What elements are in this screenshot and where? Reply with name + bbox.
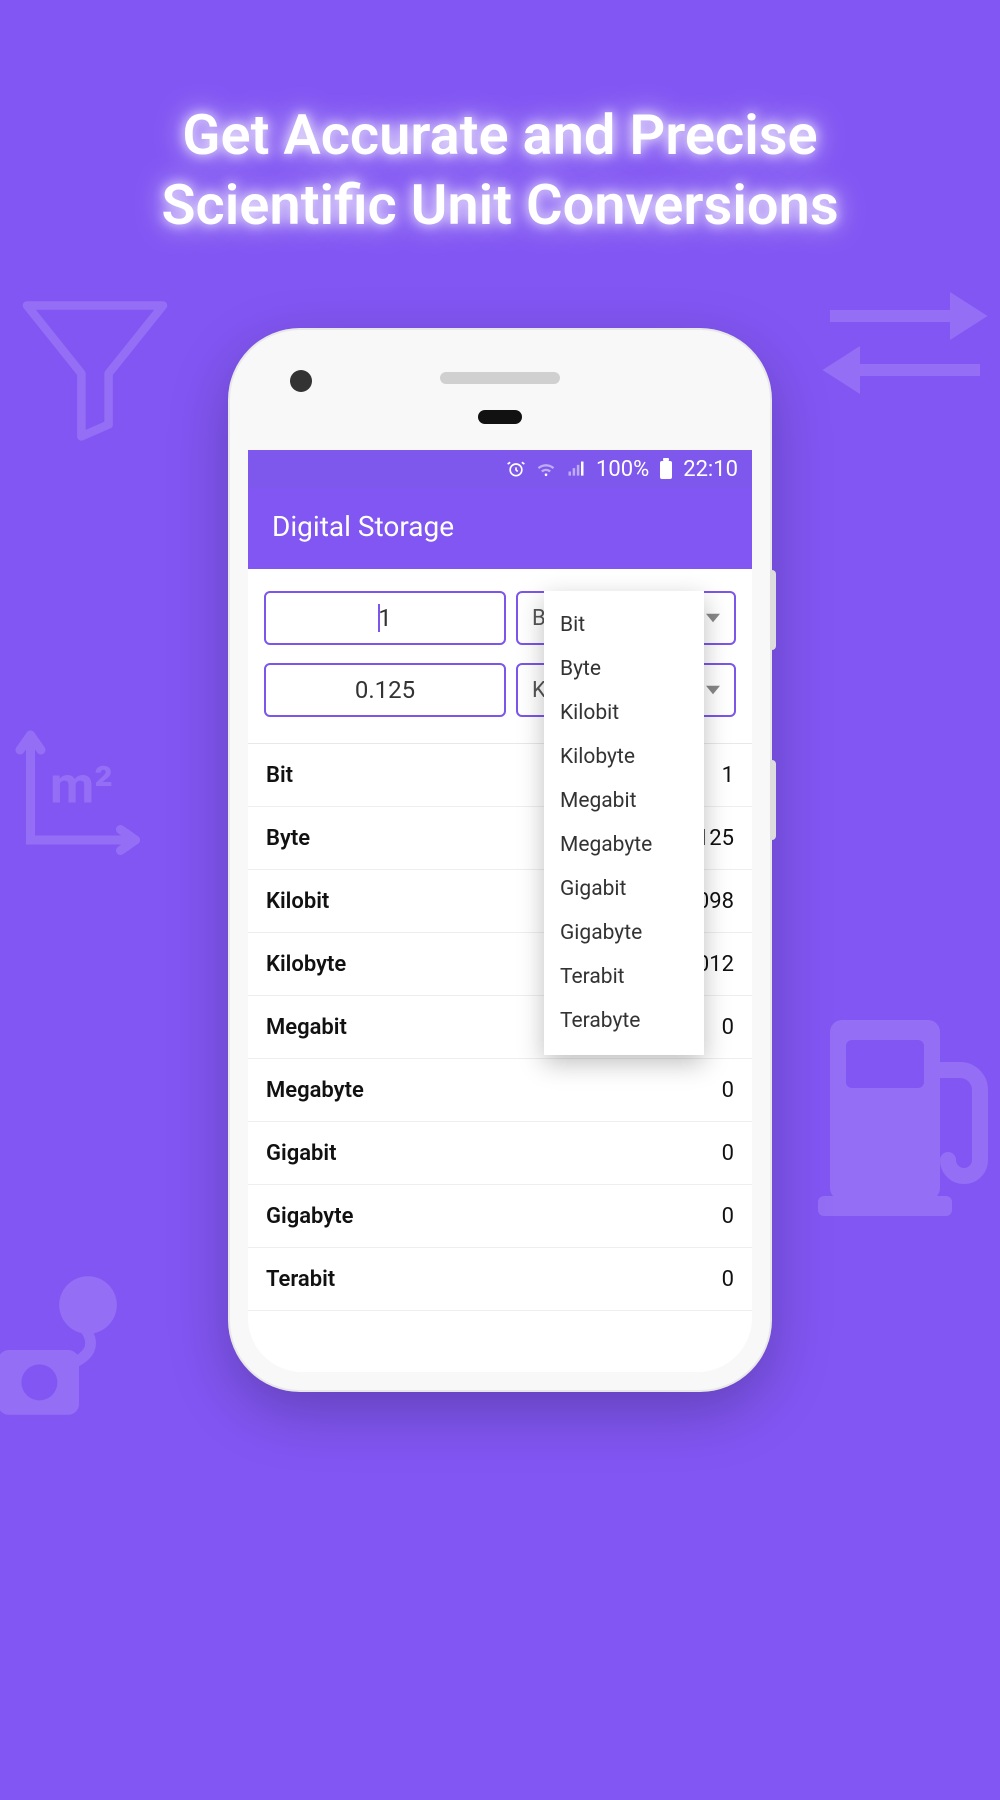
result-value: 0 bbox=[722, 1078, 734, 1103]
dropdown-option[interactable]: Bit bbox=[544, 603, 704, 647]
battery-icon bbox=[659, 458, 673, 480]
svg-text:m²: m² bbox=[50, 757, 113, 816]
dropdown-option[interactable]: Gigabyte bbox=[544, 911, 704, 955]
from-value-input[interactable]: 1 bbox=[264, 591, 506, 645]
conversion-inputs: 1 Bit Bit Byte Kilobit Kilobyte Megabit bbox=[248, 569, 752, 744]
headline-line2: Scientific Unit Conversions bbox=[161, 172, 838, 238]
result-value: 0 bbox=[722, 1141, 734, 1166]
phone-screen: 100% 22:10 Digital Storage 1 Bit bbox=[248, 450, 752, 1372]
from-value-text: 1 bbox=[378, 604, 392, 632]
dropdown-option[interactable]: Terabyte bbox=[544, 999, 704, 1043]
result-value: 0 bbox=[722, 1015, 734, 1040]
result-row: Megabyte 0 bbox=[248, 1059, 752, 1122]
result-row: Gigabyte 0 bbox=[248, 1185, 752, 1248]
dropdown-option[interactable]: Gigabit bbox=[544, 867, 704, 911]
dropdown-option[interactable]: Terabit bbox=[544, 955, 704, 999]
result-label: Megabyte bbox=[266, 1078, 364, 1103]
dropdown-option[interactable]: Kilobit bbox=[544, 691, 704, 735]
result-label: Kilobyte bbox=[266, 952, 346, 977]
result-value: 0 bbox=[722, 1204, 734, 1229]
phone-speaker bbox=[440, 372, 560, 384]
dropdown-option[interactable]: Megabyte bbox=[544, 823, 704, 867]
to-value-output[interactable]: 0.125 bbox=[264, 663, 506, 717]
result-label: Terabit bbox=[266, 1267, 335, 1292]
text-cursor bbox=[378, 604, 380, 632]
dropdown-option[interactable]: Byte bbox=[544, 647, 704, 691]
wifi-icon bbox=[536, 459, 556, 479]
cell-signal-icon bbox=[566, 459, 586, 479]
promo-headline: Get Accurate and Precise Scientific Unit… bbox=[0, 0, 1000, 300]
clock-time: 22:10 bbox=[683, 457, 738, 482]
dropdown-option[interactable]: Kilobyte bbox=[544, 735, 704, 779]
swap-arrows-icon bbox=[810, 280, 1000, 400]
result-value: 1 bbox=[722, 763, 734, 788]
funnel-icon bbox=[10, 280, 180, 450]
result-row: Gigabit 0 bbox=[248, 1122, 752, 1185]
result-label: Bit bbox=[266, 763, 293, 788]
page-title: Digital Storage bbox=[272, 510, 454, 543]
result-value: 0 bbox=[722, 1267, 734, 1292]
headline-line1: Get Accurate and Precise bbox=[182, 102, 817, 168]
phone-proximity bbox=[478, 410, 522, 424]
result-row: Terabit 0 bbox=[248, 1248, 752, 1311]
battery-percent: 100% bbox=[596, 457, 649, 482]
dropdown-option[interactable]: Megabit bbox=[544, 779, 704, 823]
status-bar: 100% 22:10 bbox=[248, 450, 752, 488]
alarm-icon bbox=[506, 459, 526, 479]
phone-frame: 100% 22:10 Digital Storage 1 Bit bbox=[230, 330, 770, 1390]
result-label: Kilobit bbox=[266, 889, 329, 914]
chevron-down-icon bbox=[706, 683, 720, 697]
result-label: Byte bbox=[266, 826, 310, 851]
area-m2-icon: m² bbox=[8, 720, 158, 870]
result-label: Gigabit bbox=[266, 1141, 337, 1166]
fuel-pump-icon bbox=[810, 1000, 1000, 1220]
unit-dropdown: Bit Byte Kilobit Kilobyte Megabit Megaby… bbox=[544, 591, 704, 1055]
chevron-down-icon bbox=[706, 611, 720, 625]
blood-pressure-icon bbox=[0, 1260, 160, 1440]
result-label: Megabit bbox=[266, 1015, 347, 1040]
to-value-text: 0.125 bbox=[355, 676, 415, 704]
phone-camera-dot bbox=[290, 370, 312, 392]
app-bar: Digital Storage bbox=[248, 488, 752, 569]
result-label: Gigabyte bbox=[266, 1204, 353, 1229]
